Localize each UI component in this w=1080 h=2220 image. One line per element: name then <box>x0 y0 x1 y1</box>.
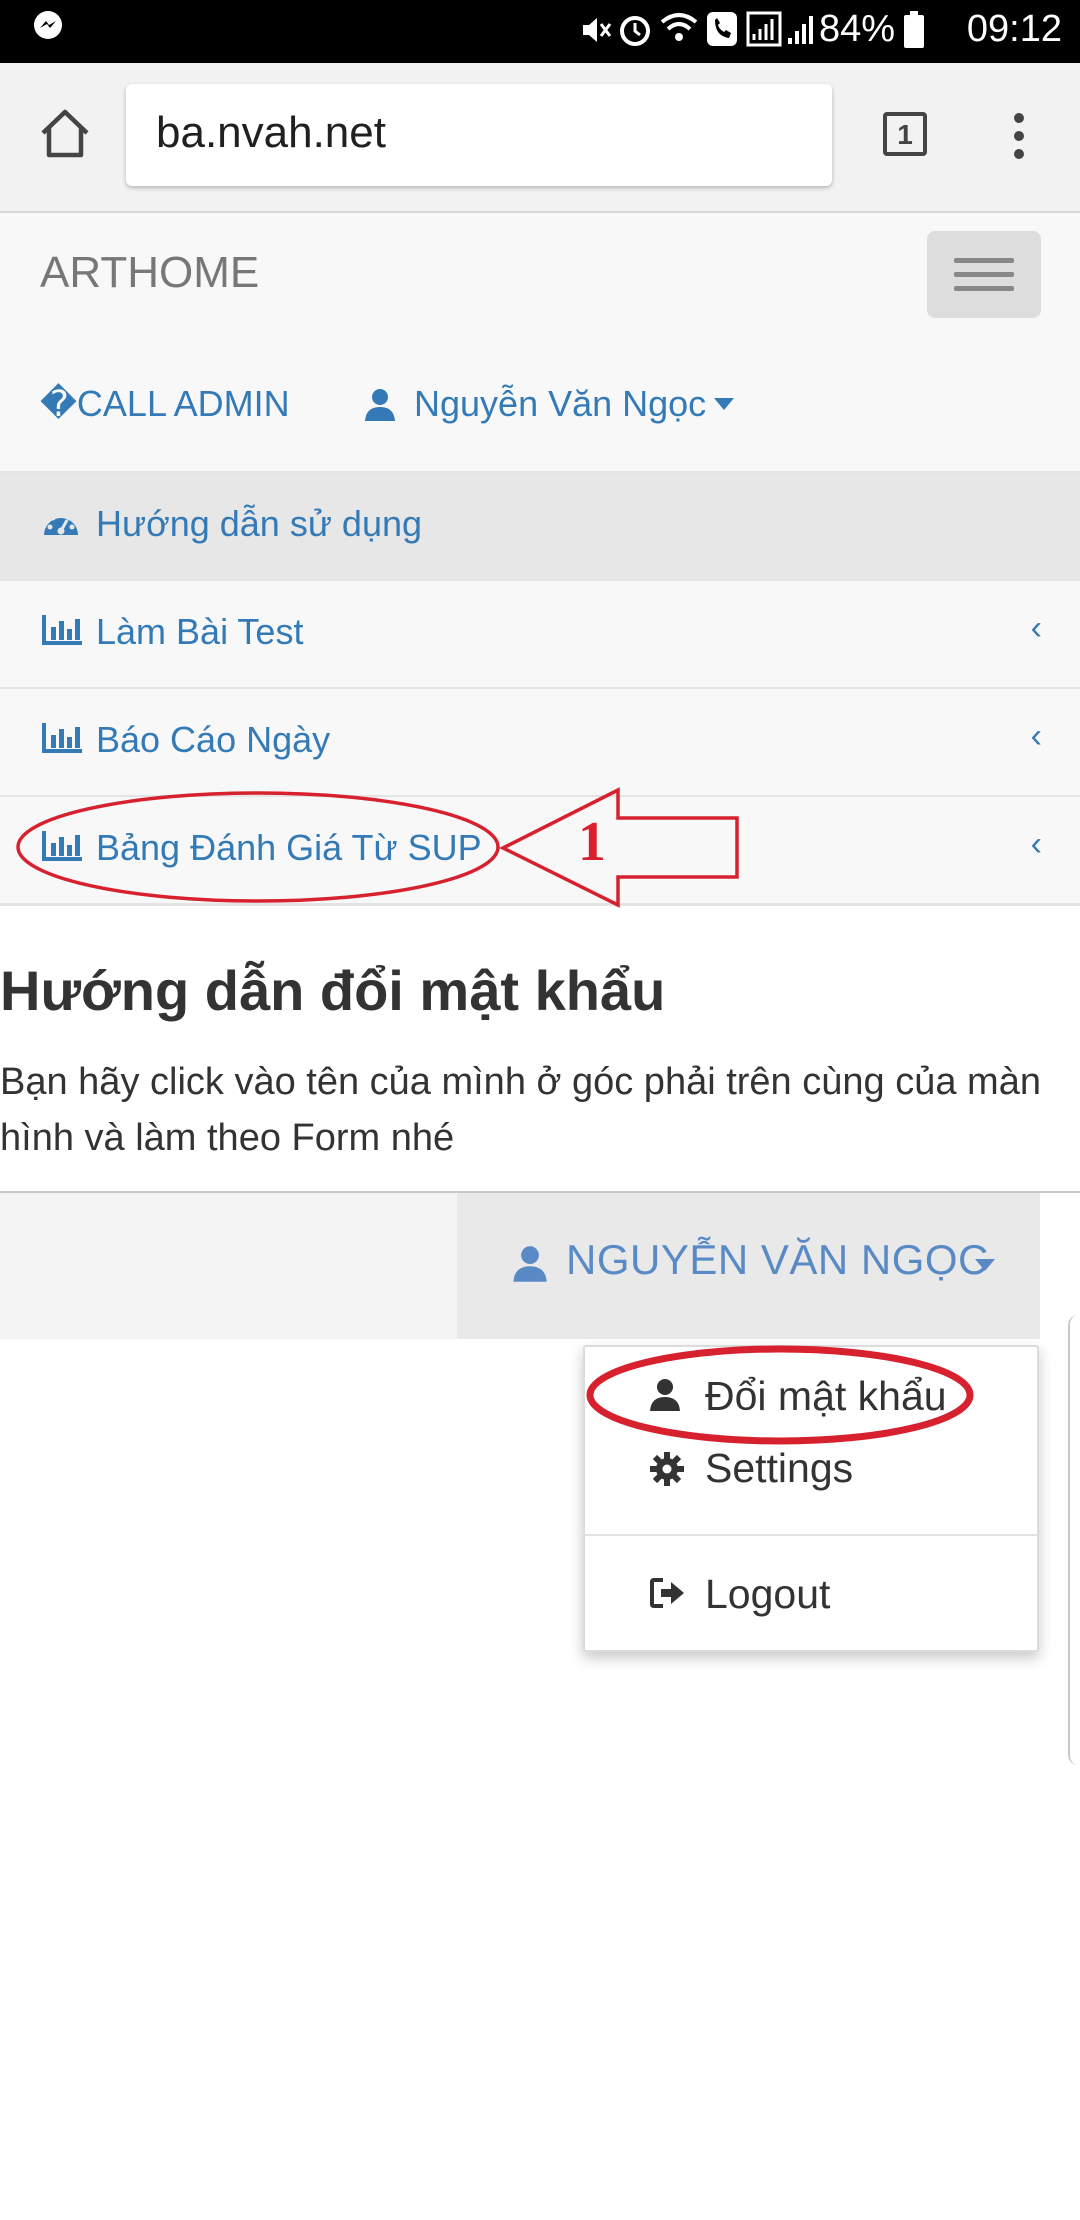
menu-item-label: Hướng dẫn sử dụng <box>96 503 423 544</box>
hamburger-icon <box>954 258 1014 263</box>
gear-icon <box>650 1452 684 1486</box>
dropdown-divider <box>583 1534 1037 1536</box>
hamburger-icon-line <box>954 272 1014 277</box>
url-text[interactable]: ba.nvah.net <box>156 108 386 158</box>
caret-down-icon <box>714 398 734 410</box>
step-number: 1 <box>578 811 606 873</box>
page-description: Bạn hãy click vào tên của mình ở góc phả… <box>0 1061 1041 1159</box>
tab-switcher-button[interactable]: 1 <box>883 112 927 156</box>
highlight-annotation <box>586 1345 974 1445</box>
page-title: Hướng dẫn đổi mật khẩu <box>0 959 666 1022</box>
bar-chart-icon <box>42 615 82 645</box>
highlight-annotation <box>16 787 739 908</box>
alarm-icon <box>620 16 650 46</box>
menu-item-lam-bai-test[interactable]: Làm Bài Test ‹ <box>0 579 1080 687</box>
more-menu-icon[interactable] <box>1004 110 1034 162</box>
call-icon <box>707 12 737 46</box>
home-icon[interactable] <box>38 107 92 161</box>
user-icon <box>365 389 395 421</box>
menu-item-bao-cao-ngay[interactable]: Báo Cáo Ngày ‹ <box>0 687 1080 795</box>
hamburger-icon-line <box>954 286 1014 291</box>
messenger-icon <box>34 11 62 39</box>
settings-item: Settings <box>705 1445 854 1491</box>
menu-item-label: Làm Bài Test <box>96 611 304 652</box>
battery-icon <box>904 11 924 48</box>
sign-out-icon <box>650 1578 684 1608</box>
bar-chart-icon <box>42 723 82 753</box>
status-bar: 84% 09:12 <box>0 0 1080 63</box>
chevron-left-icon: ‹ <box>1030 609 1042 647</box>
menu-item-huong-dan[interactable]: Hướng dẫn sử dụng <box>0 471 1080 579</box>
user-name: Nguyễn Văn Ngọc <box>414 383 707 424</box>
logout-item: Logout <box>705 1571 831 1617</box>
signal-icon <box>746 11 813 47</box>
menu-item-label: Báo Cáo Ngày <box>96 719 331 760</box>
clock: 09:12 <box>966 8 1062 50</box>
dashboard-icon <box>44 511 78 535</box>
brand-logo[interactable]: ARTHOME <box>40 248 259 298</box>
navbar-toggle-button[interactable] <box>927 231 1041 318</box>
battery-percentage: 84% <box>818 8 895 50</box>
chevron-left-icon: ‹ <box>1030 717 1042 755</box>
screenshot-user-name: NGUYỄN VĂN NGỌC <box>566 1236 989 1283</box>
caret-down-icon <box>975 1259 995 1271</box>
mute-icon <box>583 18 612 42</box>
wifi-icon <box>660 13 698 41</box>
call-admin-link[interactable]: �CALL ADMIN <box>40 383 290 425</box>
user-icon <box>513 1246 547 1282</box>
screenshot-edge <box>1068 1315 1080 1765</box>
